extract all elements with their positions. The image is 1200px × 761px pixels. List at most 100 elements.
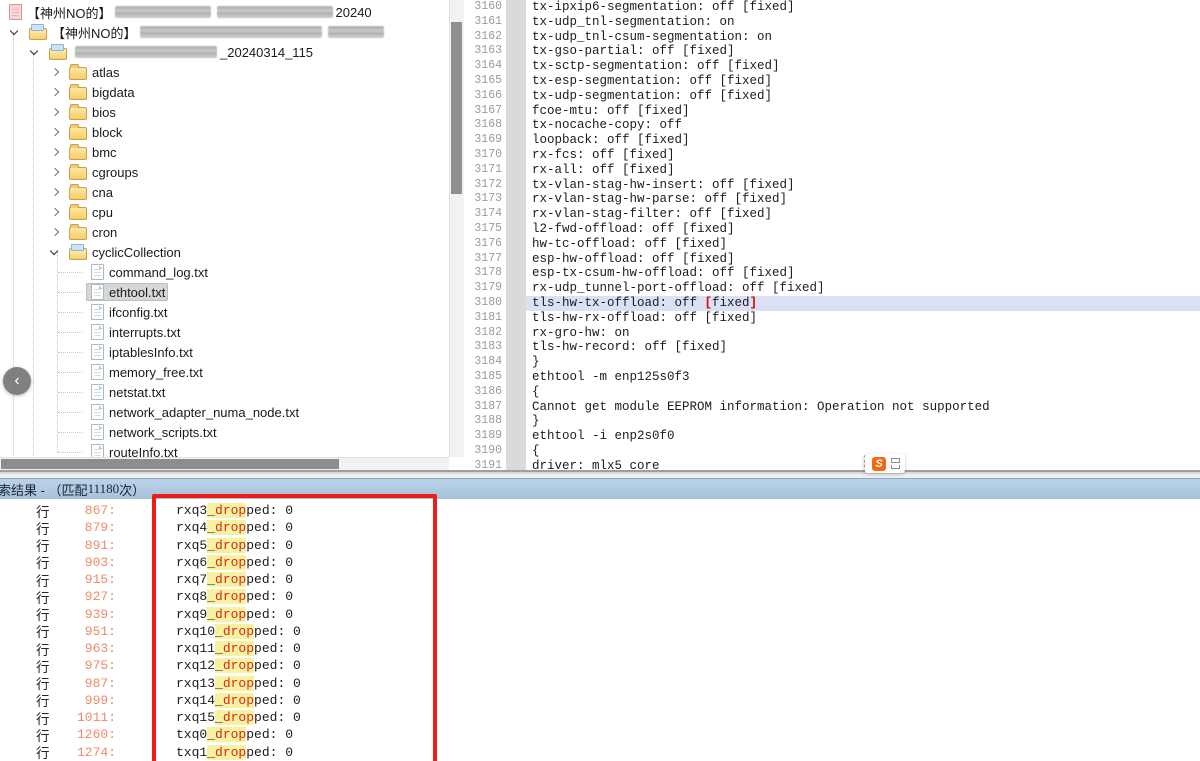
tree-row[interactable]: cyclicCollection — [0, 242, 448, 262]
tree-item[interactable]: cna — [66, 184, 116, 201]
tree-row[interactable]: cgroups — [0, 162, 448, 182]
tree-item[interactable]: cgroups — [66, 164, 141, 181]
panel-collapse-button[interactable]: ‹ — [3, 367, 31, 395]
line-code[interactable]: l2-fwd-offload: off [fixed] — [526, 222, 1200, 237]
line-code[interactable]: ethtool -i enp2s0f0 — [526, 429, 1200, 444]
line-code[interactable]: hw-tc-offload: off [fixed] — [526, 237, 1200, 252]
chevron-icon[interactable] — [48, 65, 66, 79]
tree-item[interactable]: memory_free.txt — [86, 363, 206, 381]
tree-item[interactable]: cron — [66, 224, 120, 241]
chevron-icon[interactable] — [48, 225, 66, 239]
line-code[interactable]: Cannot get module EEPROM information: Op… — [526, 400, 1200, 415]
line-code[interactable]: tls-hw-record: off [fixed] — [526, 340, 1200, 355]
line-code[interactable]: tx-gso-partial: off [fixed] — [526, 44, 1200, 59]
line-code[interactable]: { — [526, 385, 1200, 400]
chevron-icon[interactable] — [8, 25, 26, 39]
chevron-icon[interactable] — [48, 205, 66, 219]
result-row[interactable]: 行 999: rxq14_dropped: 0 — [0, 692, 1200, 709]
line-code[interactable]: tx-udp_tnl-segmentation: on — [526, 15, 1200, 30]
tree-item[interactable]: network_adapter_numa_node.txt — [86, 403, 302, 421]
line-code[interactable]: tls-hw-tx-offload: off [fixed] — [526, 296, 1200, 311]
line-code[interactable]: tx-esp-segmentation: off [fixed] — [526, 74, 1200, 89]
line-code[interactable]: rx-vlan-stag-hw-parse: off [fixed] — [526, 192, 1200, 207]
tree-horizontal-scrollbar-thumb[interactable] — [1, 459, 339, 469]
tree-item[interactable]: bios — [66, 104, 119, 121]
line-code[interactable]: rx-udp_tunnel-port-offload: off [fixed] — [526, 281, 1200, 296]
chevron-icon[interactable] — [28, 45, 46, 59]
result-row[interactable]: 行 879: rxq4_dropped: 0 — [0, 519, 1200, 536]
tree-item[interactable]: 【神州NO的】 20240 — [6, 2, 375, 23]
tree-item[interactable]: iptablesInfo.txt — [86, 343, 196, 361]
chevron-icon[interactable] — [48, 125, 66, 139]
result-row[interactable]: 行 891: rxq5_dropped: 0 — [0, 537, 1200, 554]
tree-row[interactable]: atlas — [0, 62, 448, 82]
tree-row[interactable]: cna — [0, 182, 448, 202]
tree-item[interactable]: ifconfig.txt — [86, 303, 171, 321]
result-row[interactable]: 行 951: rxq10_dropped: 0 — [0, 623, 1200, 640]
line-code[interactable]: esp-tx-csum-hw-offload: off [fixed] — [526, 266, 1200, 281]
tree-row[interactable]: block — [0, 122, 448, 142]
line-code[interactable]: tx-sctp-segmentation: off [fixed] — [526, 59, 1200, 74]
tree-item[interactable]: bigdata — [66, 84, 138, 101]
tree-vertical-scrollbar[interactable] — [449, 0, 464, 457]
result-row[interactable]: 行 927: rxq8_dropped: 0 — [0, 588, 1200, 605]
line-code[interactable]: tx-udp-segmentation: off [fixed] — [526, 89, 1200, 104]
chevron-icon[interactable] — [48, 185, 66, 199]
tree-row[interactable]: 【神州NO的】 — [0, 22, 448, 42]
line-code[interactable]: rx-all: off [fixed] — [526, 163, 1200, 178]
line-code[interactable]: rx-vlan-stag-filter: off [fixed] — [526, 207, 1200, 222]
chevron-icon[interactable] — [48, 245, 66, 259]
tree-item[interactable]: netstat.txt — [86, 383, 168, 401]
tree-vertical-scrollbar-thumb[interactable] — [451, 22, 462, 194]
ime-sogou-icon[interactable]: S — [872, 457, 886, 471]
tree-horizontal-scrollbar[interactable] — [0, 457, 449, 470]
editor-pane[interactable]: 3160 tx-ipxip6-segmentation: off [fixed]… — [466, 0, 1200, 470]
tree-item[interactable]: bmc — [66, 144, 120, 161]
line-code[interactable]: loopback: off [fixed] — [526, 133, 1200, 148]
result-row[interactable]: 行 915: rxq7_dropped: 0 — [0, 571, 1200, 588]
tree-item[interactable]: 【神州NO的】 — [26, 22, 390, 43]
result-row[interactable]: 行 939: rxq9_dropped: 0 — [0, 606, 1200, 623]
chevron-icon[interactable] — [48, 145, 66, 159]
line-code[interactable]: rx-fcs: off [fixed] — [526, 148, 1200, 163]
result-row[interactable]: 行 867: rxq3_dropped: 0 — [0, 502, 1200, 519]
tree-row[interactable]: bios — [0, 102, 448, 122]
result-row[interactable]: 行 1011: rxq15_dropped: 0 — [0, 709, 1200, 726]
result-row[interactable]: 行 1260: txq0_dropped: 0 — [0, 726, 1200, 743]
tree-item[interactable]: block — [66, 124, 125, 141]
line-code[interactable]: tx-ipxip6-segmentation: off [fixed] — [526, 0, 1200, 15]
line-code[interactable]: driver: mlx5_core — [526, 459, 1200, 470]
ime-fullhalf-icon[interactable] — [891, 458, 900, 469]
tree-item[interactable]: _20240314_115 — [46, 44, 316, 61]
tree-item[interactable]: network_scripts.txt — [86, 423, 220, 441]
line-code[interactable]: tx-udp_tnl-csum-segmentation: on — [526, 30, 1200, 45]
tree-row[interactable]: 【神州NO的】 20240 — [0, 2, 448, 22]
line-code[interactable]: esp-hw-offload: off [fixed] — [526, 252, 1200, 267]
tree-row[interactable]: cron — [0, 222, 448, 242]
line-code[interactable]: } — [526, 355, 1200, 370]
tree-item[interactable]: command_log.txt — [86, 263, 211, 281]
tree-item[interactable]: cyclicCollection — [66, 244, 184, 261]
tree-row[interactable]: _20240314_115 — [0, 42, 448, 62]
result-row[interactable]: 行 1274: txq1_dropped: 0 — [0, 744, 1200, 761]
tree-item[interactable]: atlas — [66, 64, 122, 81]
pane-splitter[interactable] — [0, 470, 1200, 478]
line-code[interactable]: tx-vlan-stag-hw-insert: off [fixed] — [526, 178, 1200, 193]
chevron-icon[interactable] — [48, 105, 66, 119]
line-code[interactable]: fcoe-mtu: off [fixed] — [526, 104, 1200, 119]
result-row[interactable]: 行 963: rxq11_dropped: 0 — [0, 640, 1200, 657]
tree-row[interactable]: bigdata — [0, 82, 448, 102]
line-code[interactable]: rx-gro-hw: on — [526, 326, 1200, 341]
chevron-icon[interactable] — [48, 85, 66, 99]
line-code[interactable]: { — [526, 444, 1200, 459]
result-row[interactable]: 行 975: rxq12_dropped: 0 — [0, 657, 1200, 674]
tree-row[interactable]: cpu — [0, 202, 448, 222]
tree-row[interactable]: bmc — [0, 142, 448, 162]
tree-item[interactable]: ethtool.txt — [86, 283, 168, 301]
line-code[interactable]: tls-hw-rx-offload: off [fixed] — [526, 311, 1200, 326]
result-row[interactable]: 行 987: rxq13_dropped: 0 — [0, 675, 1200, 692]
line-code[interactable]: ethtool -m enp125s0f3 — [526, 370, 1200, 385]
tree-item[interactable]: interrupts.txt — [86, 323, 184, 341]
line-code[interactable]: } — [526, 414, 1200, 429]
line-code[interactable]: tx-nocache-copy: off — [526, 118, 1200, 133]
